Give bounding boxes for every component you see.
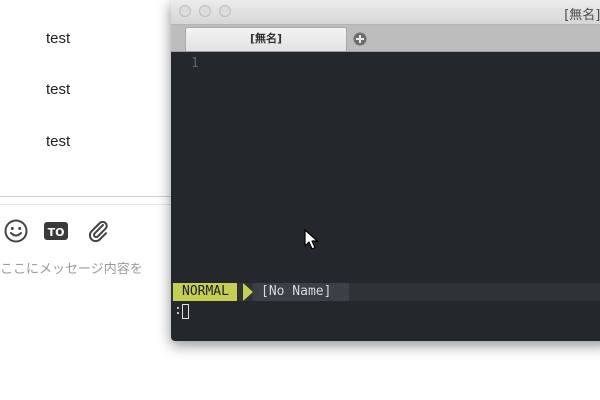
plus-circle-icon[interactable] xyxy=(353,31,367,46)
message-text: test xyxy=(46,133,71,150)
status-line: NORMAL [No Name] xyxy=(171,283,600,301)
tab-unnamed[interactable]: [無名] xyxy=(185,27,347,51)
message-text: test xyxy=(46,30,71,47)
minimize-button[interactable] xyxy=(199,5,211,17)
command-line[interactable]: : xyxy=(171,301,600,323)
smiley-icon[interactable] xyxy=(3,218,29,244)
message-text: test xyxy=(46,81,71,98)
editor-area[interactable]: 1 xyxy=(171,52,600,282)
close-button[interactable] xyxy=(179,5,191,17)
mode-separator xyxy=(243,283,253,301)
tab-bar: [無名] xyxy=(171,25,600,52)
vim-window: [無名] – [無名] 1 NORMAL [No Name] : xyxy=(171,0,600,341)
command-prompt: : xyxy=(174,303,182,318)
mode-indicator: NORMAL xyxy=(173,283,237,301)
to-icon[interactable]: TO xyxy=(43,218,69,244)
message-input[interactable]: ここにメッセージ内容を xyxy=(0,258,143,277)
paperclip-icon[interactable] xyxy=(85,218,111,244)
text-cursor xyxy=(182,304,189,319)
window-titlebar[interactable]: [無名] – xyxy=(171,0,600,25)
line-number: 1 xyxy=(191,56,199,71)
to-icon-label: TO xyxy=(48,226,65,239)
mouse-cursor-icon xyxy=(304,229,320,251)
zoom-button[interactable] xyxy=(219,5,231,17)
window-title: [無名] – xyxy=(564,8,600,23)
buffer-name: [No Name] xyxy=(253,283,349,301)
